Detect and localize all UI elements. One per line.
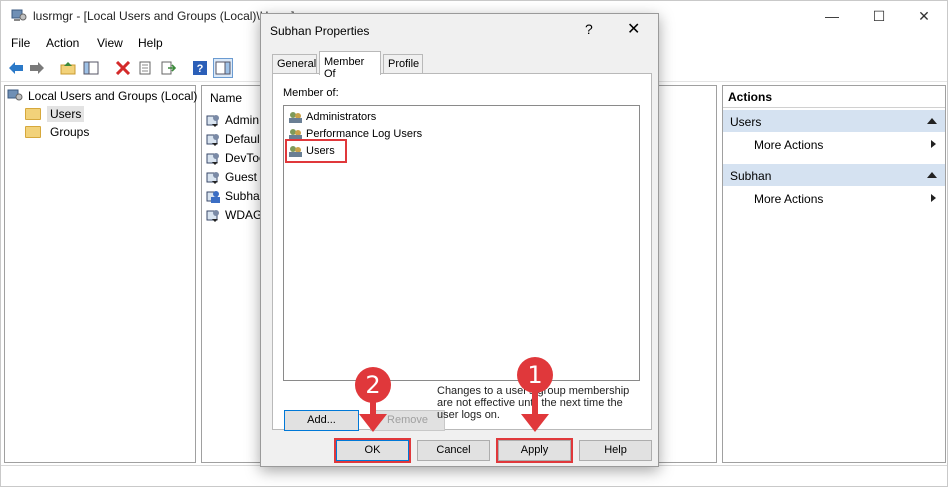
computer-management-icon (7, 89, 23, 101)
submenu-arrow-icon (931, 194, 936, 202)
tree-item-label: Users (47, 106, 85, 122)
highlight-box-apply (496, 438, 573, 463)
actions-pane: Actions Users More Actions Subhan More A… (722, 85, 946, 463)
forward-icon[interactable] (27, 58, 47, 78)
svg-text:?: ? (197, 63, 204, 75)
more-actions-label: More Actions (754, 138, 824, 152)
dialog-title: Subhan Properties (270, 24, 370, 38)
list-item-label: Admin (225, 113, 260, 127)
collapse-icon[interactable] (927, 172, 937, 178)
step-1-arrow-icon (521, 414, 549, 432)
user-icon (206, 114, 219, 127)
minimize-button[interactable]: — (809, 5, 855, 27)
actions-section-users[interactable]: Users (723, 110, 945, 132)
collapse-icon[interactable] (927, 118, 937, 124)
more-actions-users[interactable]: More Actions (723, 134, 945, 154)
member-of-label: Member of: (283, 87, 339, 99)
actions-section-label: Subhan (730, 169, 772, 183)
step-2-marker: 2 (355, 367, 391, 403)
tree-root-label: Local Users and Groups (Local) (28, 89, 198, 103)
column-header-name[interactable]: Name (210, 91, 242, 105)
dialog-help-button[interactable]: ? (585, 21, 593, 37)
action-pane-icon[interactable] (213, 58, 233, 78)
folder-icon (25, 126, 41, 138)
highlight-box-ok (334, 438, 411, 463)
list-item[interactable]: DevToo (206, 149, 266, 167)
tree-item-groups[interactable]: Groups (25, 123, 92, 141)
list-item[interactable]: Admin (206, 111, 259, 129)
user-icon (206, 190, 220, 203)
user-icon (206, 171, 219, 184)
highlight-box-users (285, 139, 347, 163)
tree-pane: Local Users and Groups (Local) Users Gro… (4, 85, 197, 463)
actions-title: Actions (723, 86, 945, 108)
window-title: lusrmgr - [Local Users and Groups (Local… (33, 9, 295, 23)
actions-section-label: Users (730, 115, 762, 129)
tab-general[interactable]: General (272, 54, 317, 74)
user-icon (206, 209, 219, 222)
step-1-marker: 1 (517, 357, 553, 393)
list-item[interactable]: Guest (206, 168, 257, 186)
tree-item-label: Groups (50, 125, 90, 139)
status-bar (1, 465, 947, 486)
group-icon (289, 111, 302, 123)
delete-icon[interactable] (113, 58, 133, 78)
list-item[interactable]: Default (206, 130, 263, 148)
more-actions-subhan[interactable]: More Actions (723, 188, 945, 208)
actions-section-subhan[interactable]: Subhan (723, 164, 945, 186)
folder-icon (25, 108, 41, 120)
up-folder-icon[interactable] (58, 58, 78, 78)
member-label: Administrators (306, 111, 377, 123)
menu-file[interactable]: File (11, 36, 30, 50)
help-button[interactable]: Help (579, 440, 652, 461)
export-icon[interactable] (158, 58, 178, 78)
tree-item-users[interactable]: Users (25, 105, 85, 123)
list-item-label: Guest (225, 170, 258, 184)
add-button[interactable]: Add... (284, 410, 359, 431)
maximize-button[interactable]: ☐ (856, 5, 902, 27)
computer-management-icon (11, 9, 27, 21)
member-of-list[interactable]: Administrators Performance Log Users Use… (283, 105, 640, 381)
help-icon[interactable]: ? (190, 58, 210, 78)
tree-root[interactable]: Local Users and Groups (Local) (7, 87, 197, 105)
menu-action[interactable]: Action (46, 36, 79, 50)
dialog-close-button[interactable]: ✕ (627, 19, 640, 39)
tab-member-of[interactable]: Member Of (319, 51, 381, 80)
user-icon (206, 133, 219, 146)
step-2-arrow-icon (359, 414, 387, 432)
submenu-arrow-icon (931, 140, 936, 148)
list-item-label: Default (225, 132, 264, 146)
cancel-button[interactable]: Cancel (417, 440, 490, 461)
more-actions-label: More Actions (754, 192, 824, 206)
step-1-arrow-shaft (532, 390, 538, 416)
list-item-label: Subhar (225, 189, 264, 203)
tab-profile[interactable]: Profile (383, 54, 423, 74)
properties-dialog: Subhan Properties ? ✕ General Member Of … (260, 13, 659, 467)
properties-icon[interactable] (135, 58, 155, 78)
menu-view[interactable]: View (97, 36, 123, 50)
list-item[interactable]: Administrators (288, 109, 376, 125)
back-icon[interactable] (6, 58, 26, 78)
close-button[interactable]: ✕ (901, 5, 947, 27)
user-icon (206, 152, 219, 165)
menu-help[interactable]: Help (138, 36, 163, 50)
tab-panel: Member of: Administrators Performance Lo… (272, 73, 652, 431)
show-hide-tree-icon[interactable] (81, 58, 101, 78)
list-item[interactable]: Subhar (206, 187, 264, 205)
